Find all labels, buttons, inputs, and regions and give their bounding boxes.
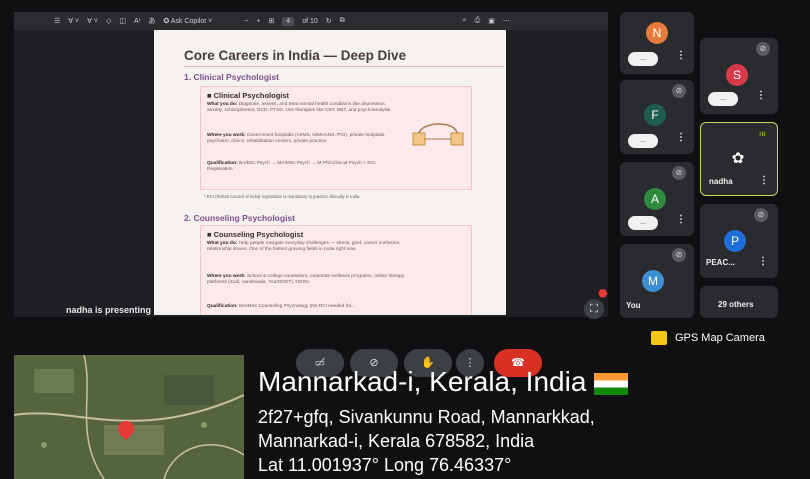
participant-tile-self[interactable]: ⊘ M You (620, 244, 694, 318)
participant-tile[interactable]: ⊘ A ... ⋮ (620, 162, 694, 236)
avatar: S (726, 64, 748, 86)
address-line-2: Mannarkad-i, Kerala 678582, India (258, 431, 535, 451)
reaction-pill[interactable]: ... (628, 52, 658, 66)
card1-where: Where you work: Government hospitals (AI… (207, 133, 386, 145)
illustration-icon (412, 123, 464, 146)
more-options-icon[interactable]: ⋮ (756, 90, 766, 101)
more-options-icon[interactable]: ⋮ (676, 214, 686, 225)
mic-off-icon: ⊘ (672, 166, 686, 180)
presentation-area: ☰ ∀ ˅ ∀ ˅ ◇ ◫ A⁾ あ ✪ Ask Copilot ˅ − + ⊞… (14, 12, 608, 317)
more-options-icon[interactable]: ⋮ (676, 132, 686, 143)
clinical-card: ■ Clinical Psychologist What you do: Dia… (200, 86, 472, 190)
card2-where: Where you work: School & college counsel… (207, 274, 405, 286)
avatar: ✿ (731, 150, 745, 167)
zoom-in-button[interactable]: + (256, 18, 260, 25)
india-flag-icon (594, 372, 629, 395)
more-options-icon[interactable]: ⋮ (759, 175, 769, 186)
others-tile[interactable]: 29 others (700, 286, 778, 318)
read-aloud-icon[interactable]: A⁾ (134, 17, 140, 25)
mic-off-icon: ⊘ (672, 84, 686, 98)
participant-name: You (626, 301, 641, 310)
mic-off-icon: ⊘ (672, 248, 686, 262)
rotate-icon[interactable]: ↻ (326, 17, 332, 25)
counseling-card: ■ Counseling Psychologist What you do: H… (200, 225, 472, 315)
copilot-button[interactable]: ✪ Ask Copilot ˅ (163, 17, 212, 25)
mic-off-icon: ⊘ (754, 208, 768, 222)
view-icon[interactable]: ◫ (119, 17, 126, 25)
card1-title: ■ Clinical Psychologist (207, 91, 290, 100)
document-title: Core Careers in India — Deep Dive (184, 48, 407, 63)
avatar: P (724, 230, 746, 252)
participant-tile[interactable]: ⊘ P PEAC... ⋮ (700, 204, 778, 278)
print-icon[interactable]: ⎙ (475, 17, 481, 25)
participant-tile[interactable]: ııı ✿ nadha ⋮ (700, 122, 778, 196)
page-total: of 10 (302, 17, 318, 25)
section2-heading: 2. Counseling Psychologist (184, 213, 295, 223)
gps-camera-icon (651, 331, 667, 345)
page-number-input[interactable]: 4 (282, 16, 295, 26)
footnote: * RCI (Rehab Council of India) registrat… (204, 194, 361, 199)
more-options-icon[interactable]: ⋮ (676, 50, 686, 61)
avatar: N (646, 22, 668, 44)
avatar: A (644, 188, 666, 210)
reaction-pill[interactable]: ... (628, 134, 658, 148)
two-page-icon[interactable]: ⧉ (340, 17, 345, 25)
highlight-icon[interactable]: ∀ ˅ (87, 17, 98, 25)
participant-tile[interactable]: ⊘ S ... ⋮ (700, 38, 778, 114)
others-count: 29 others (718, 300, 754, 309)
eraser-icon[interactable]: ◇ (106, 17, 111, 25)
translate-icon[interactable]: あ (148, 16, 155, 26)
participant-tile[interactable]: N ... ⋮ (620, 12, 694, 74)
pdf-toolbar: ☰ ∀ ˅ ∀ ˅ ◇ ◫ A⁾ あ ✪ Ask Copilot ˅ − + ⊞… (14, 12, 608, 30)
participant-name: PEAC... (706, 258, 735, 267)
address-line-1: 2f27+gfq, Sivankunnu Road, Mannarkkad, (258, 407, 595, 427)
participant-tile[interactable]: ⊘ F ... ⋮ (620, 80, 694, 154)
gps-label: GPS Map Camera (675, 332, 765, 344)
reaction-pill[interactable]: ... (628, 216, 658, 230)
more-icon[interactable]: ⋯ (503, 17, 510, 25)
card2-what: What you do: Help people navigate everyd… (207, 241, 401, 253)
card2-qualification: Qualification: MA/MSc Counseling Psychol… (207, 304, 355, 309)
menu-icon[interactable]: ☰ (54, 17, 60, 25)
section1-heading: 1. Clinical Psychologist (184, 72, 279, 82)
search-icon[interactable]: ⌕ (463, 17, 467, 25)
reaction-pill[interactable]: ... (708, 92, 738, 106)
map-thumbnail (14, 355, 244, 479)
avatar: F (644, 104, 666, 126)
presenter-caption: nadha is presenting (66, 305, 152, 315)
avatar: M (642, 270, 664, 292)
location-title: Mannarkad-i, Kerala, India (258, 366, 629, 398)
save-icon[interactable]: ▣ (488, 17, 495, 25)
map-image (14, 355, 244, 479)
mic-off-icon: ⊘ (756, 42, 770, 56)
coordinates-line: Lat 11.001937° Long 76.46337° (258, 455, 512, 475)
pdf-icon: ⬣ (598, 288, 608, 300)
draw-icon[interactable]: ∀ ˅ (68, 17, 79, 25)
pdf-page: Core Careers in India — Deep Dive 1. Cli… (154, 30, 506, 315)
speaking-icon: ııı (759, 129, 766, 138)
more-options-icon[interactable]: ⋮ (758, 256, 768, 267)
title-divider (184, 66, 504, 67)
card1-qualification: Qualification: BA/BSc Psych → MA/MSc Psy… (207, 161, 376, 173)
zoom-out-button[interactable]: − (244, 18, 248, 25)
card1-what: What you do: Diagnose, assess, and treat… (207, 102, 392, 114)
fullscreen-button[interactable]: ⛶ (584, 299, 604, 319)
fit-page-icon[interactable]: ⊞ (268, 17, 274, 25)
card2-title: ■ Counseling Psychologist (207, 230, 304, 239)
participant-name: nadha (709, 177, 733, 186)
